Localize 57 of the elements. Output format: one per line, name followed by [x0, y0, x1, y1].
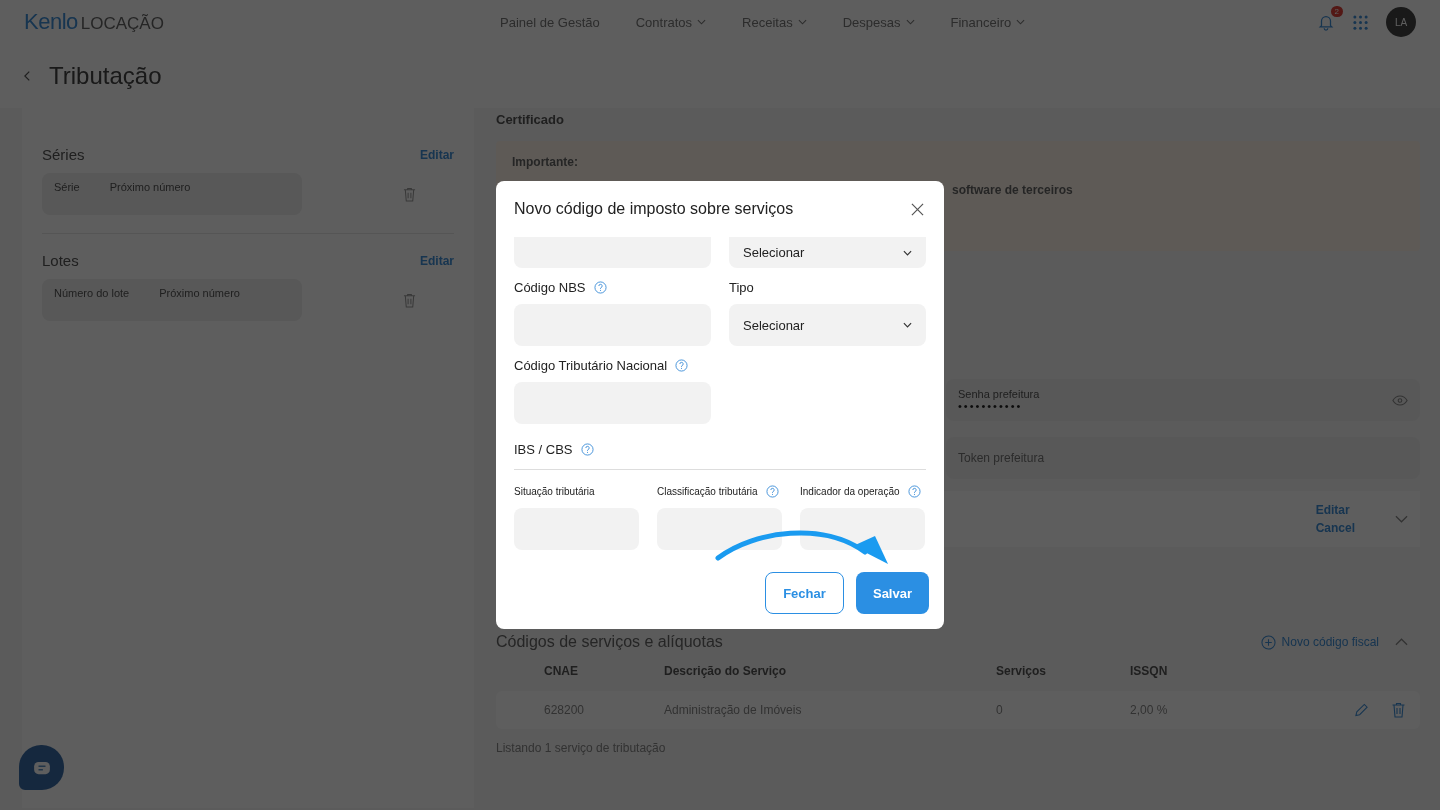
help-icon[interactable] [580, 443, 594, 456]
help-icon[interactable] [907, 484, 921, 498]
trash-icon[interactable] [1391, 702, 1406, 718]
section-title: Lotes [42, 252, 79, 269]
chevron-up-icon[interactable] [1395, 638, 1408, 646]
series-field[interactable]: Série Próximo número [42, 173, 302, 215]
trash-icon[interactable] [403, 186, 416, 202]
notice-text: software de terceiros [952, 183, 1074, 197]
field-label: Código Tributário Nacional [514, 357, 668, 373]
plus-circle-icon[interactable] [1260, 634, 1276, 650]
bell-icon[interactable] [1317, 13, 1335, 31]
column-header: CNAE [544, 664, 579, 678]
field-label: Situação tributária [514, 485, 595, 497]
notification-badge: 2 [1330, 6, 1343, 17]
pencil-icon[interactable] [1354, 702, 1369, 718]
help-icon[interactable] [675, 358, 689, 372]
section-title: Certificado [496, 112, 565, 127]
field-label: Código NBS [514, 279, 586, 295]
field-label: Próximo número [109, 181, 191, 195]
eye-icon[interactable] [1392, 394, 1408, 406]
column-header: ISSQN [1130, 664, 1169, 678]
action-link[interactable]: Cancel [1315, 521, 1355, 535]
field-label: Indicador da operação [800, 485, 900, 497]
action-link[interactable]: Editar [1315, 503, 1355, 517]
column-header: Serviços [996, 664, 1048, 678]
logo: Kenlo [24, 9, 78, 35]
help-icon[interactable] [593, 280, 607, 294]
user-avatar[interactable]: LA [1386, 7, 1416, 37]
back-icon[interactable] [24, 70, 31, 82]
input-field[interactable] [800, 508, 925, 550]
add-fiscal-code-button[interactable]: Novo código fiscal [1260, 634, 1379, 650]
chevron-down-icon[interactable] [903, 322, 912, 328]
select-field[interactable]: Selecionar [729, 304, 926, 346]
field-label: Tipo [729, 279, 754, 295]
edit-link[interactable]: Editar [420, 147, 454, 162]
select-field[interactable]: Selecionar [729, 237, 926, 268]
notice-title: Importante: [512, 155, 579, 169]
help-icon[interactable] [765, 484, 779, 498]
trash-icon[interactable] [403, 292, 416, 308]
close-button[interactable]: Fechar [765, 572, 844, 614]
logo-suffix: LOCAÇÃO [80, 14, 164, 34]
column-header: Descrição do Serviço [664, 664, 788, 678]
chat-icon[interactable] [32, 760, 51, 775]
close-icon[interactable] [911, 202, 924, 216]
edit-link[interactable]: Editar [420, 253, 454, 268]
section-title: Séries [42, 146, 85, 163]
field-label: Classificação tributária [657, 485, 758, 497]
save-button[interactable]: Salvar [856, 572, 929, 614]
page-title: Tributação [49, 62, 162, 90]
field-label: Série [54, 181, 80, 195]
section-title: IBS / CBS [514, 442, 573, 457]
modal-title: Novo código de imposto sobre serviços [514, 200, 794, 218]
apps-grid-icon[interactable] [1353, 14, 1368, 30]
chevron-down-icon[interactable] [903, 249, 912, 256]
input-field[interactable] [657, 508, 782, 550]
field-label: Próximo número [159, 287, 240, 301]
password-value: ••••••••••• [958, 400, 1024, 412]
